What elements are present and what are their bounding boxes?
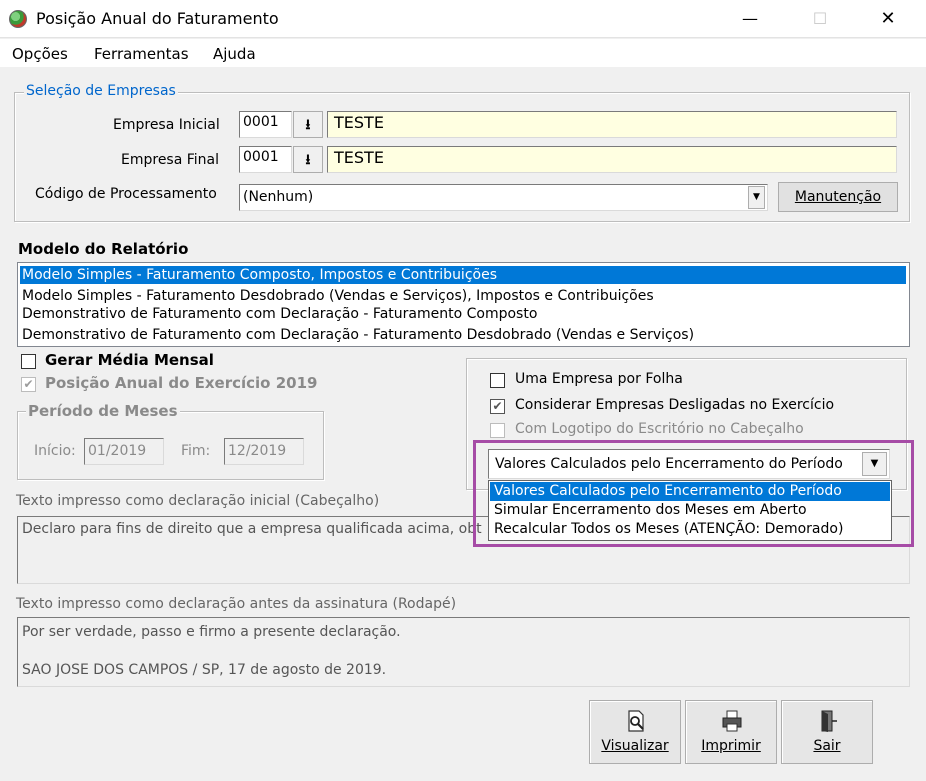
empresa-inicial-label: Empresa Inicial bbox=[113, 117, 220, 133]
rodape-textarea[interactable]: Por ser verdade, passo e firmo a present… bbox=[17, 617, 910, 687]
empresa-final-code[interactable]: 0001 bbox=[239, 146, 292, 173]
window-title: Posição Anual do Faturamento bbox=[36, 9, 279, 28]
preview-icon bbox=[628, 710, 644, 732]
empresa-final-name[interactable]: TESTE bbox=[327, 146, 897, 173]
list-item[interactable]: Demonstrativo de Faturamento com Declara… bbox=[20, 305, 906, 323]
gerar-media-checkbox[interactable] bbox=[21, 354, 36, 369]
dropdown-option[interactable]: Valores Calculados pelo Encerramento do … bbox=[490, 482, 890, 501]
list-item[interactable]: Demonstrativo de Faturamento com Declara… bbox=[20, 326, 906, 344]
dropdown-option[interactable]: Simular Encerramento dos Meses em Aberto bbox=[490, 501, 890, 520]
imprimir-label: Imprimir bbox=[701, 738, 761, 754]
menu-ajuda[interactable]: Ajuda bbox=[213, 45, 256, 63]
cabecalho-label: Texto impresso como declaração inicial (… bbox=[16, 493, 380, 509]
dropdown-option[interactable]: Recalcular Todos os Meses (ATENÇÃO: Demo… bbox=[490, 520, 890, 539]
sair-label: Sair bbox=[813, 738, 841, 754]
inicio-label: Início: bbox=[34, 443, 76, 459]
empresa-inicial-code[interactable]: 0001 bbox=[239, 111, 292, 138]
menu-ferramentas[interactable]: Ferramentas bbox=[94, 45, 189, 63]
visualizar-label: Visualizar bbox=[601, 738, 669, 754]
valores-combo[interactable]: Valores Calculados pelo Encerramento do … bbox=[488, 449, 890, 479]
chevron-down-icon[interactable]: ▼ bbox=[862, 452, 887, 476]
fim-label: Fim: bbox=[181, 443, 211, 459]
printer-icon bbox=[722, 710, 742, 732]
empresas-group-label: Seleção de Empresas bbox=[24, 83, 178, 99]
manutencao-button[interactable]: Manutenção bbox=[778, 182, 898, 212]
considerar-checkbox[interactable]: ✔ bbox=[490, 399, 505, 414]
app-icon bbox=[9, 10, 27, 28]
fim-field[interactable]: 12/2019 bbox=[224, 438, 304, 465]
logotipo-checkbox[interactable] bbox=[490, 423, 505, 438]
manutencao-label: Manutenção bbox=[794, 189, 882, 205]
imprimir-button[interactable]: Imprimir bbox=[685, 700, 777, 764]
modelo-list[interactable]: Modelo Simples - Faturamento Composto, I… bbox=[17, 262, 910, 347]
chevron-down-icon[interactable]: ▼ bbox=[748, 186, 765, 209]
logotipo-label: Com Logotipo do Escritório no Cabeçalho bbox=[515, 421, 804, 437]
uma-empresa-checkbox[interactable] bbox=[490, 373, 505, 388]
rodape-line-2: SAO JOSE DOS CAMPOS / SP, 17 de agosto d… bbox=[22, 662, 387, 678]
list-item[interactable]: Modelo Simples - Faturamento Composto, I… bbox=[20, 266, 906, 284]
codigo-processamento-label: Código de Processamento bbox=[35, 186, 217, 202]
menu-opcoes[interactable]: Opções bbox=[12, 45, 68, 63]
list-item[interactable]: Modelo Simples - Faturamento Desdobrado … bbox=[20, 287, 906, 305]
empresa-inicial-name[interactable]: TESTE bbox=[327, 111, 897, 138]
valores-dropdown: Valores Calculados pelo Encerramento do … bbox=[488, 480, 892, 541]
inicio-field[interactable]: 01/2019 bbox=[84, 438, 164, 465]
rodape-label: Texto impresso como declaração antes da … bbox=[16, 596, 457, 612]
posicao-anual-checkbox[interactable]: ✔ bbox=[21, 377, 36, 392]
minimize-button[interactable]: — bbox=[730, 2, 770, 36]
exit-door-icon bbox=[821, 710, 837, 732]
codigo-processamento-select[interactable]: (Nenhum) bbox=[239, 184, 768, 211]
download-arrow-icon: ⭳ bbox=[305, 152, 311, 168]
considerar-label: Considerar Empresas Desligadas no Exercí… bbox=[515, 397, 835, 413]
gerar-media-label: Gerar Média Mensal bbox=[45, 351, 214, 369]
rodape-line-1: Por ser verdade, passo e firmo a present… bbox=[22, 624, 401, 640]
periodo-group-label: Período de Meses bbox=[26, 402, 180, 420]
uma-empresa-label: Uma Empresa por Folha bbox=[515, 371, 683, 387]
download-arrow-icon: ⭳ bbox=[305, 117, 311, 133]
visualizar-button[interactable]: Visualizar bbox=[589, 700, 681, 764]
empresa-final-lookup-button[interactable]: ⭳ bbox=[293, 146, 323, 173]
empresa-inicial-lookup-button[interactable]: ⭳ bbox=[293, 111, 323, 138]
modelo-heading: Modelo do Relatório bbox=[18, 240, 189, 258]
maximize-button[interactable]: ☐ bbox=[800, 2, 840, 36]
close-button[interactable]: ✕ bbox=[868, 2, 908, 36]
empresa-final-label: Empresa Final bbox=[121, 152, 220, 168]
posicao-anual-label: Posição Anual do Exercício 2019 bbox=[45, 374, 318, 392]
sair-button[interactable]: Sair bbox=[781, 700, 873, 764]
